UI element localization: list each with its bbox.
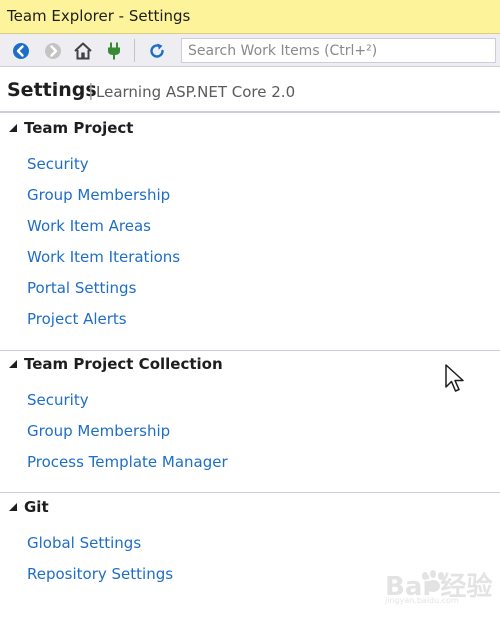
link-work-item-areas[interactable]: Work Item Areas	[27, 216, 151, 236]
section-header-team-project[interactable]: Team Project	[0, 115, 500, 145]
section-header-team-project-collection[interactable]: Team Project Collection	[0, 351, 500, 381]
refresh-icon[interactable]	[147, 41, 167, 61]
link-repository-settings[interactable]: Repository Settings	[27, 564, 173, 584]
back-arrow-icon[interactable]	[11, 41, 31, 61]
project-name: Learning ASP.NET Core 2.0	[96, 83, 296, 101]
baidu-watermark: Bai 经验 jingyan.baidu.com	[385, 562, 495, 612]
link-project-alerts[interactable]: Project Alerts	[27, 309, 127, 329]
link-global-settings[interactable]: Global Settings	[27, 533, 141, 553]
section-title: Git	[24, 498, 49, 516]
toolbar-separator	[134, 39, 135, 62]
search-input[interactable]	[182, 39, 495, 62]
expand-triangle-icon[interactable]	[9, 503, 17, 511]
page-header: Settings | Learning ASP.NET Core 2.0	[0, 67, 500, 113]
mouse-cursor-icon	[445, 364, 464, 392]
section-title: Team Project Collection	[24, 355, 223, 373]
section-divider	[0, 492, 500, 493]
title-separator: |	[88, 81, 94, 101]
link-security[interactable]: Security	[27, 154, 89, 174]
home-icon[interactable]	[73, 41, 93, 61]
expand-triangle-icon[interactable]	[9, 124, 17, 132]
paw-logo-icon	[422, 570, 444, 592]
link-work-item-iterations[interactable]: Work Item Iterations	[27, 247, 180, 267]
section-title: Team Project	[24, 119, 134, 137]
section-header-git[interactable]: Git	[0, 494, 500, 524]
window-title: Team Explorer - Settings	[7, 7, 191, 25]
title-bar: Team Explorer - Settings	[0, 0, 500, 34]
link-collection-security[interactable]: Security	[27, 390, 89, 410]
link-portal-settings[interactable]: Portal Settings	[27, 278, 136, 298]
link-collection-group-membership[interactable]: Group Membership	[27, 421, 170, 441]
watermark-url: jingyan.baidu.com	[385, 596, 459, 605]
page-title: Settings	[7, 79, 97, 101]
plug-icon[interactable]	[104, 41, 124, 61]
search-box[interactable]	[181, 38, 496, 63]
link-group-membership[interactable]: Group Membership	[27, 185, 170, 205]
expand-triangle-icon[interactable]	[9, 360, 17, 368]
link-process-template-manager[interactable]: Process Template Manager	[27, 452, 228, 472]
forward-arrow-icon[interactable]	[43, 41, 63, 61]
